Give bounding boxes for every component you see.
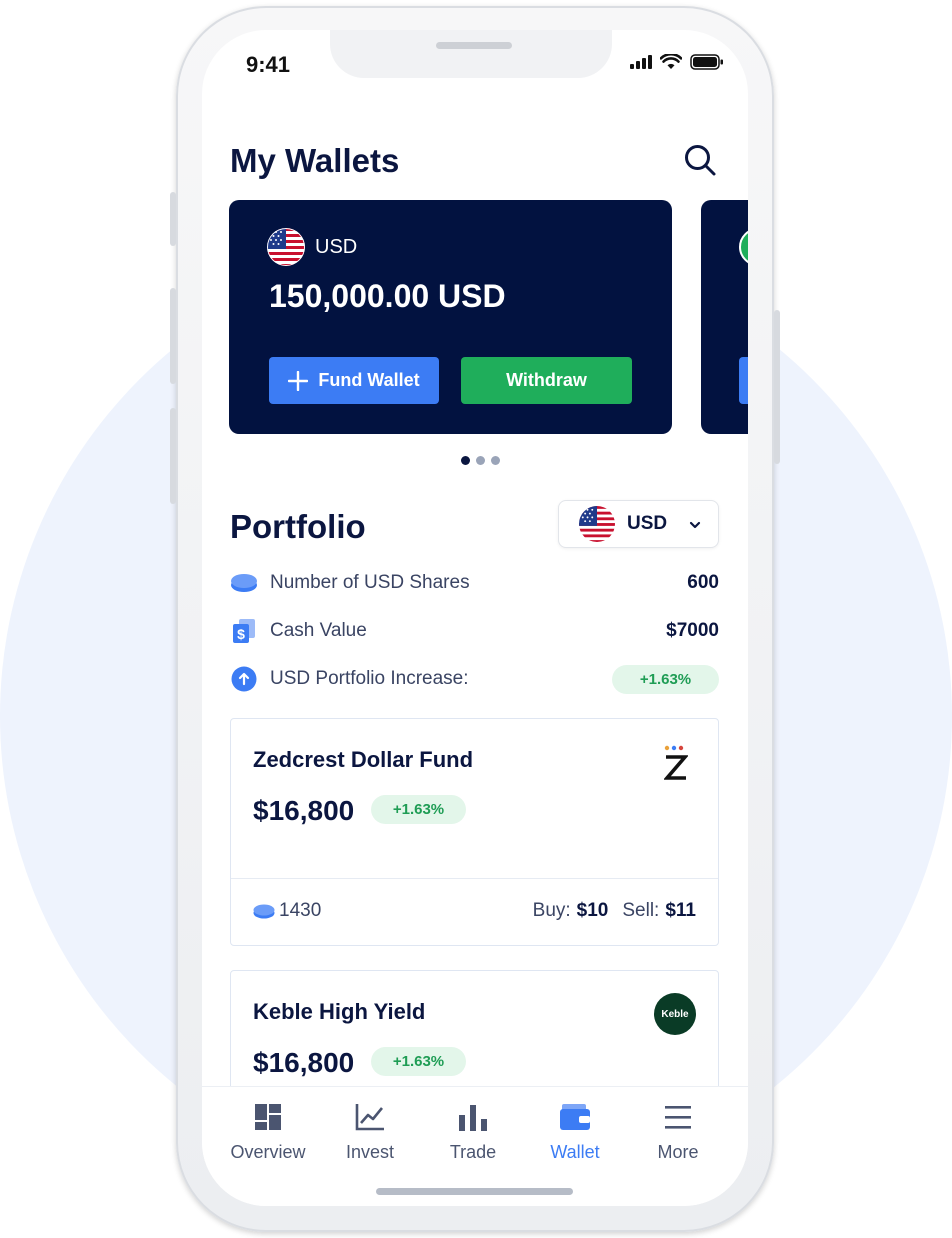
menu-icon (662, 1101, 694, 1133)
sell-label: Sell: (622, 900, 660, 921)
tab-label: Overview (230, 1142, 306, 1162)
next-wallet-flag-icon (739, 228, 748, 266)
tab-wallet[interactable]: Wallet (525, 1101, 625, 1163)
fund-wallet-label: Fund Wallet (318, 370, 420, 390)
status-icons (630, 54, 724, 70)
us-flag-icon (579, 506, 615, 542)
next-wallet-button[interactable] (739, 357, 748, 404)
fund-wallet-button[interactable]: Fund Wallet (269, 357, 439, 404)
fund-units: 1430 (279, 900, 322, 921)
increase-badge: +1.63% (612, 664, 719, 694)
wallet-currency-label: USD (315, 236, 358, 258)
fund-footer: 1430 Buy: $10 Sell: $11 (253, 895, 696, 927)
speaker (436, 42, 512, 49)
plus-icon (288, 370, 309, 391)
stat-label: Number of USD Shares (270, 572, 470, 593)
cash-icon: $ (230, 617, 258, 645)
carousel-dots[interactable] (461, 456, 500, 465)
search-button[interactable] (682, 142, 718, 178)
currency-select-label: USD (627, 513, 668, 534)
divider (231, 878, 718, 879)
tab-label: Invest (345, 1142, 395, 1162)
chevron-down-icon (689, 521, 701, 529)
portfolio-title: Portfolio (230, 508, 366, 545)
carousel-dot[interactable] (491, 456, 500, 465)
tab-more[interactable]: More (628, 1101, 728, 1163)
stat-value: $7000 (666, 620, 719, 641)
zedcrest-logo (663, 745, 689, 785)
home-indicator (376, 1188, 573, 1195)
stat-row-increase: USD Portfolio Increase: +1.63% (230, 662, 719, 696)
fund-card-zedcrest[interactable]: Zedcrest Dollar Fund $16,800 +1.63% 1430… (230, 718, 719, 946)
fund-price: $16,800 (253, 795, 355, 826)
phone-volume-down-button (170, 408, 176, 504)
bar-chart-icon (457, 1101, 489, 1133)
buy-price: $10 (576, 900, 609, 921)
us-flag-icon (267, 228, 305, 266)
status-time: 9:41 (246, 52, 291, 77)
stat-row-cash: $ Cash Value $7000 (230, 614, 719, 648)
keble-logo: Keble (654, 993, 696, 1035)
stat-row-shares: Number of USD Shares 600 (230, 566, 719, 600)
overview-icon (252, 1101, 284, 1133)
notch (330, 30, 612, 78)
app-screen: 9:41 My Wallets USD 150,000.00 USD Fund … (202, 30, 748, 1206)
fund-prices: Buy: $10 Sell: $11 (533, 900, 696, 922)
svg-text:$: $ (237, 626, 245, 642)
phone-power-button (774, 310, 780, 464)
fund-name: Keble High Yield (253, 999, 426, 1024)
fund-change-badge: +1.63% (371, 795, 466, 824)
page-title: My Wallets (230, 142, 400, 179)
bottom-tab-bar: Overview Invest Trade Wallet More (202, 1086, 748, 1206)
search-icon (685, 145, 716, 176)
tab-overview[interactable]: Overview (218, 1101, 318, 1163)
signal-icon (630, 55, 652, 69)
stat-value: 600 (687, 572, 719, 593)
buy-label: Buy: (532, 900, 571, 921)
tab-invest[interactable]: Invest (320, 1101, 420, 1163)
tab-label: Trade (449, 1142, 497, 1162)
fund-change-badge: +1.63% (371, 1047, 466, 1076)
coins-icon (253, 904, 275, 919)
currency-select[interactable]: USD (558, 500, 719, 548)
phone-side-button (170, 192, 176, 246)
wifi-icon (660, 54, 682, 69)
fund-price: $16,800 (253, 1047, 355, 1078)
fund-name: Zedcrest Dollar Fund (253, 747, 474, 772)
arrow-up-icon (230, 665, 258, 693)
stat-label: Cash Value (270, 620, 367, 641)
wallet-balance: 150,000.00 USD (269, 278, 506, 314)
carousel-dot[interactable] (476, 456, 485, 465)
tab-label: Wallet (550, 1142, 600, 1162)
withdraw-button[interactable]: Withdraw (461, 357, 632, 404)
wallet-icon (559, 1101, 591, 1133)
phone-volume-up-button (170, 288, 176, 384)
carousel-dot-active[interactable] (461, 456, 470, 465)
battery-icon (690, 54, 723, 70)
sell-price: $11 (665, 900, 696, 921)
tab-trade[interactable]: Trade (423, 1101, 523, 1163)
chart-line-icon (354, 1101, 386, 1133)
wallet-card-usd[interactable]: USD 150,000.00 USD Fund Wallet Withdraw (229, 200, 672, 434)
tab-label: More (657, 1142, 699, 1162)
stat-label: USD Portfolio Increase: (270, 668, 469, 689)
coins-icon (230, 569, 258, 597)
wallet-card-next[interactable] (701, 200, 748, 434)
